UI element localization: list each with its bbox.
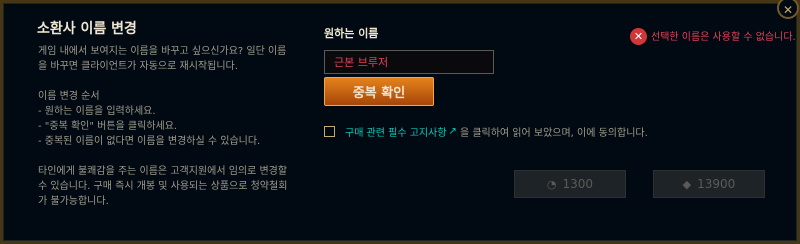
warning-line: 수 있습니다. 구매 즉시 개봉 및 사용되는 상품으로 청약철회 [38, 181, 288, 192]
name-field-label: 원하는 이름 [324, 27, 379, 40]
dialog-title: 소환사 이름 변경 [37, 21, 137, 37]
warning-line: 가 불가능합니다. [38, 196, 109, 207]
agreement-checkbox[interactable] [324, 126, 335, 137]
buy-rp-button[interactable]: ◔ 1300 [514, 170, 626, 198]
intro-text: 게임 내에서 보여지는 이름을 바꾸고 싶으신가요? 일단 이름 을 바꾸면 클… [38, 44, 308, 74]
rp-price: 1300 [562, 177, 594, 191]
error-icon: ✕ [630, 28, 647, 45]
dialog-frame: 소환사 이름 변경 게임 내에서 보여지는 이름을 바꾸고 싶으신가요? 일단 … [0, 0, 800, 244]
rp-currency-icon: ◔ [546, 177, 557, 191]
external-link-icon[interactable]: ↗ [449, 126, 457, 137]
close-icon: ✕ [782, 3, 794, 17]
intro-line: 을 바꾸면 클라이언트가 자동으로 재시작됩니다. [38, 61, 238, 72]
warning-line: 타인에게 불쾌감을 주는 이름은 고객지원에서 임의로 변경할 [38, 166, 288, 177]
steps-title: 이름 변경 순서 [38, 91, 100, 102]
step-item: - "중복 확인" 버튼을 클릭하세요. [38, 121, 178, 132]
agreement-text: 을 클릭하여 읽어 보았으며, 이에 동의합니다. [459, 128, 648, 139]
description: 게임 내에서 보여지는 이름을 바꾸고 싶으신가요? 일단 이름 을 바꾸면 클… [38, 44, 308, 224]
check-duplicate-button[interactable]: 중복 확인 [324, 77, 434, 106]
step-item: - 중복된 이름이 없다면 이름을 변경하실 수 있습니다. [38, 136, 261, 147]
warning-text: 타인에게 불쾌감을 주는 이름은 고객지원에서 임의로 변경할 수 있습니다. … [38, 164, 308, 209]
steps-list: 이름 변경 순서 - 원하는 이름을 입력하세요. - "중복 확인" 버튼을 … [38, 89, 308, 149]
buy-be-button[interactable]: ◆ 13900 [653, 170, 765, 198]
notice-link[interactable]: 구매 관련 필수 고지사항 [345, 124, 447, 139]
intro-line: 게임 내에서 보여지는 이름을 바꾸고 싶으신가요? 일단 이름 [38, 46, 287, 57]
name-input[interactable] [324, 50, 494, 74]
step-item: - 원하는 이름을 입력하세요. [38, 106, 156, 117]
agreement-row: 구매 관련 필수 고지사항 ↗ 을 클릭하여 읽어 보았으며, 이에 동의합니다… [324, 124, 648, 139]
blue-essence-icon: ◆ [682, 177, 692, 191]
error-message: 선택한 이름은 사용할 수 없습니다. [651, 32, 796, 43]
be-price: 13900 [697, 177, 736, 191]
